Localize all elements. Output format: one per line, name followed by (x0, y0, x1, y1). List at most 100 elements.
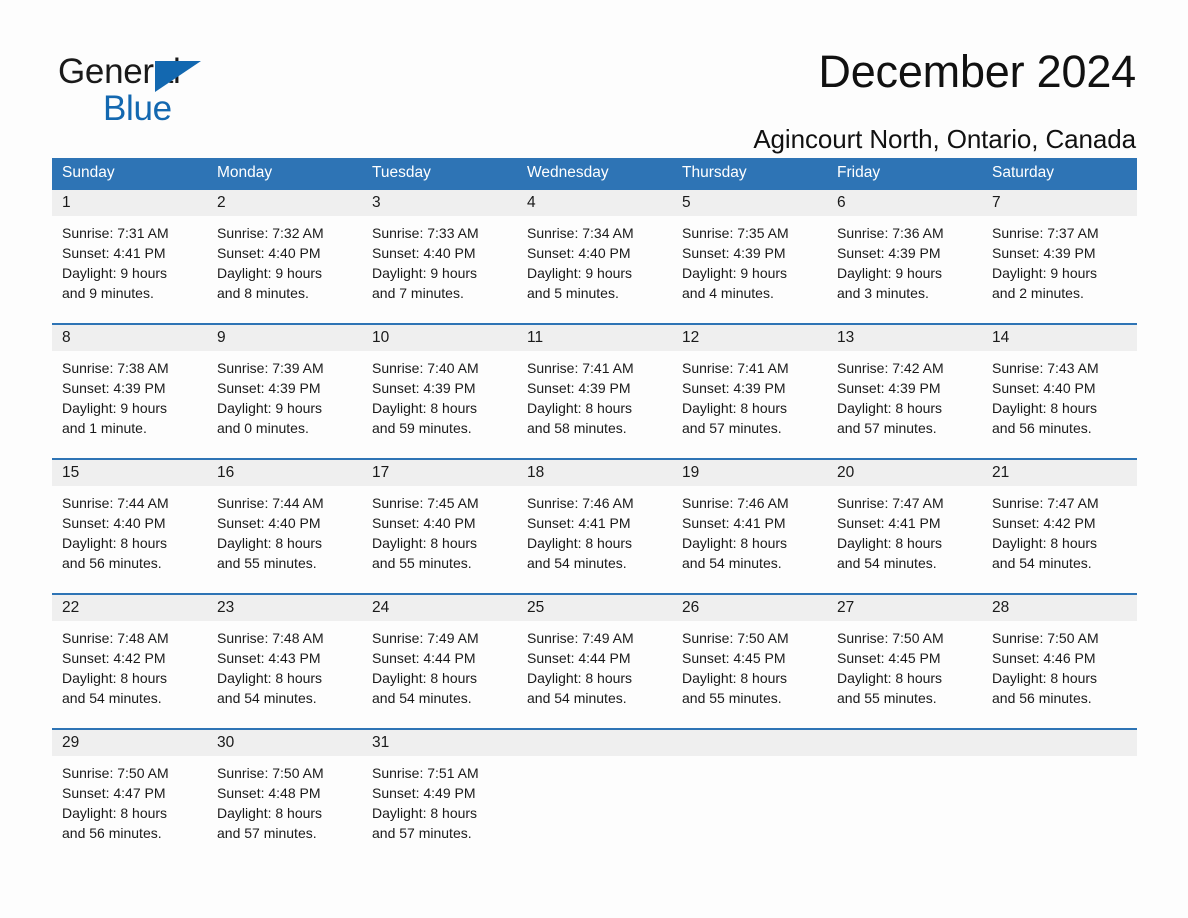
daylight-text-line2: and 1 minute. (62, 420, 147, 436)
day-number: 21 (982, 460, 1137, 486)
day-cell[interactable]: 31 Sunrise: 7:51 AM Sunset: 4:49 PM Dayl… (362, 730, 517, 845)
day-number: 26 (672, 595, 827, 621)
day-number: 18 (517, 460, 672, 486)
weekday-header-sunday: Sunday (62, 164, 115, 181)
sunrise-text: Sunrise: 7:42 AM (837, 360, 944, 376)
daylight-text-line2: and 57 minutes. (682, 420, 782, 436)
sunset-text: Sunset: 4:44 PM (527, 650, 631, 666)
day-cell[interactable]: 20 Sunrise: 7:47 AM Sunset: 4:41 PM Dayl… (827, 460, 982, 593)
day-cell[interactable]: 12 Sunrise: 7:41 AM Sunset: 4:39 PM Dayl… (672, 325, 827, 458)
day-cell[interactable]: 22 Sunrise: 7:48 AM Sunset: 4:42 PM Dayl… (52, 595, 207, 728)
daylight-text-line1: Daylight: 8 hours (372, 400, 478, 416)
day-number: 17 (362, 460, 517, 486)
day-cell[interactable]: 29 Sunrise: 7:50 AM Sunset: 4:47 PM Dayl… (52, 730, 207, 845)
sunrise-text: Sunrise: 7:38 AM (62, 360, 169, 376)
sunrise-text: Sunrise: 7:51 AM (372, 765, 479, 781)
sunrise-text: Sunrise: 7:41 AM (527, 360, 634, 376)
day-cell[interactable]: 18 Sunrise: 7:46 AM Sunset: 4:41 PM Dayl… (517, 460, 672, 593)
day-cell[interactable]: 10 Sunrise: 7:40 AM Sunset: 4:39 PM Dayl… (362, 325, 517, 458)
day-cell[interactable]: 11 Sunrise: 7:41 AM Sunset: 4:39 PM Dayl… (517, 325, 672, 458)
sunset-text: Sunset: 4:40 PM (527, 245, 631, 261)
sunset-text: Sunset: 4:47 PM (62, 785, 166, 801)
day-number: 11 (517, 325, 672, 351)
day-cell[interactable]: 15 Sunrise: 7:44 AM Sunset: 4:40 PM Dayl… (52, 460, 207, 593)
day-cell[interactable]: 21 Sunrise: 7:47 AM Sunset: 4:42 PM Dayl… (982, 460, 1137, 593)
day-cell[interactable]: 19 Sunrise: 7:46 AM Sunset: 4:41 PM Dayl… (672, 460, 827, 593)
calendar-grid: Sunday Monday Tuesday Wednesday Thursday… (52, 158, 1137, 845)
title-block: December 2024 Agincourt North, Ontario, … (436, 44, 1136, 156)
sunrise-text: Sunrise: 7:46 AM (682, 495, 789, 511)
sunrise-text: Sunrise: 7:50 AM (837, 630, 944, 646)
day-number (672, 730, 827, 756)
sunset-text: Sunset: 4:41 PM (527, 515, 631, 531)
sunset-text: Sunset: 4:41 PM (837, 515, 941, 531)
daylight-text-line2: and 54 minutes. (527, 555, 627, 571)
sunset-text: Sunset: 4:41 PM (682, 515, 786, 531)
weekday-header-friday: Friday (837, 164, 881, 181)
sunrise-text: Sunrise: 7:34 AM (527, 225, 634, 241)
day-details: Sunrise: 7:50 AM Sunset: 4:45 PM Dayligh… (672, 621, 827, 708)
day-cell[interactable]: 25 Sunrise: 7:49 AM Sunset: 4:44 PM Dayl… (517, 595, 672, 728)
day-cell[interactable]: 8 Sunrise: 7:38 AM Sunset: 4:39 PM Dayli… (52, 325, 207, 458)
day-cell[interactable]: 9 Sunrise: 7:39 AM Sunset: 4:39 PM Dayli… (207, 325, 362, 458)
sunset-text: Sunset: 4:39 PM (837, 380, 941, 396)
daylight-text-line1: Daylight: 8 hours (837, 400, 943, 416)
day-cell[interactable]: 7 Sunrise: 7:37 AM Sunset: 4:39 PM Dayli… (982, 190, 1137, 323)
day-details: Sunrise: 7:31 AM Sunset: 4:41 PM Dayligh… (52, 216, 207, 303)
daylight-text-line2: and 58 minutes. (527, 420, 627, 436)
day-details: Sunrise: 7:50 AM Sunset: 4:48 PM Dayligh… (207, 756, 362, 843)
day-cell[interactable]: 24 Sunrise: 7:49 AM Sunset: 4:44 PM Dayl… (362, 595, 517, 728)
day-details: Sunrise: 7:32 AM Sunset: 4:40 PM Dayligh… (207, 216, 362, 303)
day-number: 30 (207, 730, 362, 756)
sunset-text: Sunset: 4:48 PM (217, 785, 321, 801)
logo-text-blue: Blue (103, 89, 172, 128)
day-cell[interactable]: 14 Sunrise: 7:43 AM Sunset: 4:40 PM Dayl… (982, 325, 1137, 458)
day-details: Sunrise: 7:50 AM Sunset: 4:47 PM Dayligh… (52, 756, 207, 843)
daylight-text-line1: Daylight: 9 hours (62, 265, 168, 281)
daylight-text-line1: Daylight: 8 hours (62, 535, 168, 551)
day-cell[interactable]: 13 Sunrise: 7:42 AM Sunset: 4:39 PM Dayl… (827, 325, 982, 458)
day-cell[interactable]: 17 Sunrise: 7:45 AM Sunset: 4:40 PM Dayl… (362, 460, 517, 593)
calendar-week-row: 1 Sunrise: 7:31 AM Sunset: 4:41 PM Dayli… (52, 188, 1137, 323)
daylight-text-line1: Daylight: 8 hours (527, 400, 633, 416)
day-cell[interactable]: 30 Sunrise: 7:50 AM Sunset: 4:48 PM Dayl… (207, 730, 362, 845)
day-number (517, 730, 672, 756)
sunrise-text: Sunrise: 7:50 AM (682, 630, 789, 646)
day-cell[interactable]: 28 Sunrise: 7:50 AM Sunset: 4:46 PM Dayl… (982, 595, 1137, 728)
sunset-text: Sunset: 4:40 PM (992, 380, 1096, 396)
daylight-text-line1: Daylight: 8 hours (682, 535, 788, 551)
daylight-text-line2: and 54 minutes. (527, 690, 627, 706)
page-header: General Blue December 2024 Agincourt Nor… (0, 0, 1188, 155)
daylight-text-line2: and 57 minutes. (372, 825, 472, 841)
day-cell[interactable]: 16 Sunrise: 7:44 AM Sunset: 4:40 PM Dayl… (207, 460, 362, 593)
daylight-text-line2: and 56 minutes. (992, 690, 1092, 706)
sunset-text: Sunset: 4:39 PM (682, 380, 786, 396)
sunset-text: Sunset: 4:40 PM (62, 515, 166, 531)
sunrise-text: Sunrise: 7:48 AM (62, 630, 169, 646)
day-cell[interactable]: 1 Sunrise: 7:31 AM Sunset: 4:41 PM Dayli… (52, 190, 207, 323)
sunset-text: Sunset: 4:46 PM (992, 650, 1096, 666)
day-number: 20 (827, 460, 982, 486)
day-cell[interactable]: 6 Sunrise: 7:36 AM Sunset: 4:39 PM Dayli… (827, 190, 982, 323)
day-cell[interactable]: 3 Sunrise: 7:33 AM Sunset: 4:40 PM Dayli… (362, 190, 517, 323)
daylight-text-line2: and 55 minutes. (682, 690, 782, 706)
day-cell[interactable]: 2 Sunrise: 7:32 AM Sunset: 4:40 PM Dayli… (207, 190, 362, 323)
daylight-text-line1: Daylight: 8 hours (217, 535, 323, 551)
daylight-text-line2: and 55 minutes. (372, 555, 472, 571)
weekday-header-thursday: Thursday (682, 164, 747, 181)
daylight-text-line1: Daylight: 8 hours (527, 670, 633, 686)
day-number: 4 (517, 190, 672, 216)
day-cell[interactable]: 27 Sunrise: 7:50 AM Sunset: 4:45 PM Dayl… (827, 595, 982, 728)
daylight-text-line1: Daylight: 9 hours (837, 265, 943, 281)
sunrise-text: Sunrise: 7:41 AM (682, 360, 789, 376)
daylight-text-line2: and 9 minutes. (62, 285, 154, 301)
sunset-text: Sunset: 4:43 PM (217, 650, 321, 666)
day-details: Sunrise: 7:45 AM Sunset: 4:40 PM Dayligh… (362, 486, 517, 573)
day-cell[interactable]: 4 Sunrise: 7:34 AM Sunset: 4:40 PM Dayli… (517, 190, 672, 323)
daylight-text-line2: and 54 minutes. (682, 555, 782, 571)
day-details: Sunrise: 7:51 AM Sunset: 4:49 PM Dayligh… (362, 756, 517, 843)
day-cell[interactable]: 23 Sunrise: 7:48 AM Sunset: 4:43 PM Dayl… (207, 595, 362, 728)
sunset-text: Sunset: 4:39 PM (62, 380, 166, 396)
day-cell[interactable]: 5 Sunrise: 7:35 AM Sunset: 4:39 PM Dayli… (672, 190, 827, 323)
day-cell[interactable]: 26 Sunrise: 7:50 AM Sunset: 4:45 PM Dayl… (672, 595, 827, 728)
